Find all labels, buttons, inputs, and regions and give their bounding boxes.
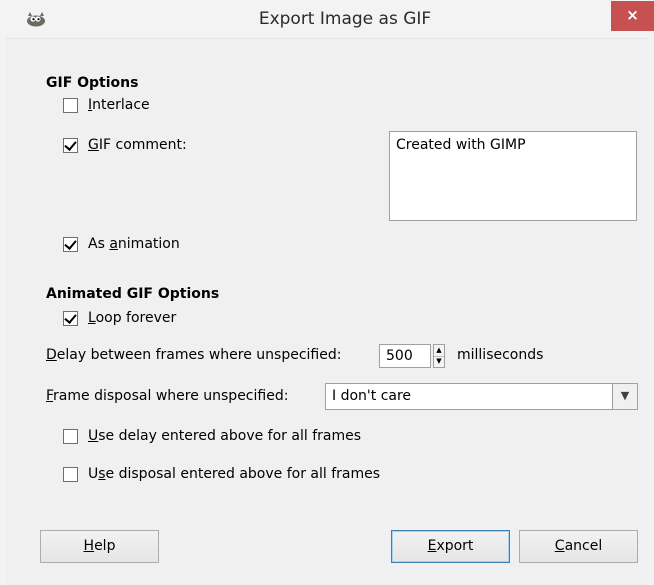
frame-disposal-label: Frame disposal where unspecified: (46, 388, 289, 404)
delay-label: Delay between frames where unspecified: (46, 347, 342, 363)
loop-forever-checkbox[interactable] (63, 310, 78, 326)
use-disposal-option[interactable]: Use disposal entered above for all frame… (63, 466, 380, 482)
use-delay-option[interactable]: Use delay entered above for all frames (63, 428, 361, 444)
delay-unit-label: milliseconds (457, 347, 544, 363)
frame-disposal-select[interactable]: I don't care ▼ (325, 383, 638, 410)
title-bar[interactable]: Export Image as GIF × (0, 0, 654, 39)
loop-forever-label[interactable]: Loop forever (88, 310, 176, 326)
as-animation-option[interactable]: As animation (63, 236, 180, 252)
animated-gif-options-heading: Animated GIF Options (46, 286, 220, 302)
frame-disposal-selected-value: I don't care (332, 388, 412, 404)
delay-spinner[interactable]: ▲ ▼ (433, 344, 445, 368)
window-frame-left (0, 38, 6, 585)
gif-comment-textarea[interactable]: Created with GIMP (389, 131, 637, 221)
use-disposal-label[interactable]: Use disposal entered above for all frame… (88, 466, 380, 482)
chevron-down-icon[interactable]: ▼ (612, 384, 637, 409)
close-button[interactable]: × (611, 1, 654, 31)
interlace-label[interactable]: Interlace (88, 97, 150, 113)
close-icon: × (626, 6, 639, 24)
spin-down-icon[interactable]: ▼ (434, 356, 444, 367)
loop-forever-option[interactable]: Loop forever (63, 310, 176, 326)
use-delay-label[interactable]: Use delay entered above for all frames (88, 428, 361, 444)
delay-input[interactable]: 500 (379, 344, 431, 368)
gif-comment-option[interactable]: GIF comment: (63, 137, 187, 153)
as-animation-label[interactable]: As animation (88, 236, 180, 252)
cancel-button[interactable]: Cancel (519, 530, 638, 563)
gif-options-heading: GIF Options (46, 75, 139, 91)
gif-comment-label[interactable]: GIF comment: (88, 137, 187, 153)
export-button[interactable]: Export (391, 530, 510, 563)
as-animation-checkbox[interactable] (63, 236, 78, 252)
interlace-option[interactable]: Interlace (63, 97, 150, 113)
gif-comment-checkbox[interactable] (63, 137, 78, 153)
help-button[interactable]: Help (40, 530, 159, 563)
window-frame-right (648, 38, 654, 585)
window-title: Export Image as GIF (258, 9, 432, 29)
interlace-checkbox[interactable] (63, 97, 78, 113)
export-gif-dialog: Export Image as GIF × GIF Options Interl… (0, 0, 654, 585)
use-disposal-checkbox[interactable] (63, 466, 78, 482)
use-delay-checkbox[interactable] (63, 428, 78, 444)
